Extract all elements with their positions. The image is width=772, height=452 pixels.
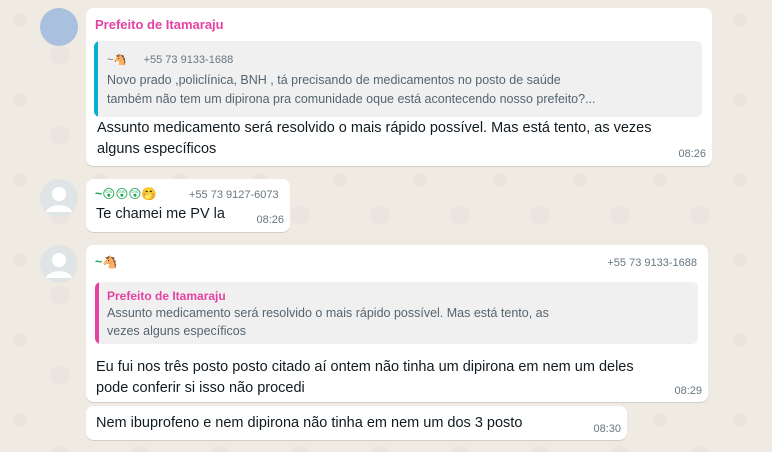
message-bubble[interactable]: ~🐴 +55 73 9133-1688 Prefeito de Itamaraj… xyxy=(86,245,708,402)
quote-phone: +55 73 9133-1688 xyxy=(143,54,234,66)
message-text: Te chamei me PV la xyxy=(96,206,225,222)
message-text-line: Eu fui nos três posto posto citado aí on… xyxy=(96,359,634,375)
message-time: 08:30 xyxy=(593,423,621,435)
sender-name[interactable]: ~😲😲😲🤭 xyxy=(95,186,157,202)
quote-text-line: Novo prado ,policlínica, BNH , tá precis… xyxy=(107,73,561,87)
quoted-message[interactable]: Prefeito de Itamaraju Assunto medicament… xyxy=(95,282,698,344)
sender-avatar[interactable] xyxy=(40,8,78,46)
quote-text-line: vezes alguns específicos xyxy=(107,324,246,338)
sender-name[interactable]: ~🐴 xyxy=(95,255,118,270)
message-text-line: Assunto medicamento será resolvido o mai… xyxy=(97,120,652,136)
message-bubble[interactable]: Prefeito de Itamaraju ~🐴 +55 73 9133-168… xyxy=(86,8,712,166)
sender-name[interactable]: Prefeito de Itamaraju xyxy=(95,17,224,32)
quoted-message[interactable]: ~🐴 +55 73 9133-1688 Novo prado ,policlín… xyxy=(94,41,702,117)
message-bubble[interactable]: ~😲😲😲🤭 +55 73 9127-6073 Te chamei me PV l… xyxy=(86,179,290,232)
message-bubble[interactable]: Nem ibuprofeno e nem dipirona não tinha … xyxy=(86,406,627,440)
quote-author: ~🐴 xyxy=(107,54,128,66)
default-avatar-icon[interactable] xyxy=(40,245,78,283)
message-time: 08:29 xyxy=(674,385,702,397)
quote-author: Prefeito de Itamaraju xyxy=(107,289,226,303)
sender-phone: +55 73 9133-1688 xyxy=(607,257,697,269)
message-text: Nem ibuprofeno e nem dipirona não tinha … xyxy=(96,415,523,431)
message-text-line: alguns específicos xyxy=(97,141,217,157)
message-time: 08:26 xyxy=(256,214,284,226)
message-text-line: pode conferir si isso não procedi xyxy=(96,380,305,396)
quote-text-line: também não tem um dipirona pra comunidad… xyxy=(107,92,596,106)
default-avatar-icon[interactable] xyxy=(40,179,78,217)
message-time: 08:26 xyxy=(678,148,706,160)
quote-bar xyxy=(95,282,99,344)
quote-bar xyxy=(94,41,98,117)
quote-text-line: Assunto medicamento será resolvido o mai… xyxy=(107,306,549,320)
sender-phone: +55 73 9127-6073 xyxy=(189,189,279,201)
